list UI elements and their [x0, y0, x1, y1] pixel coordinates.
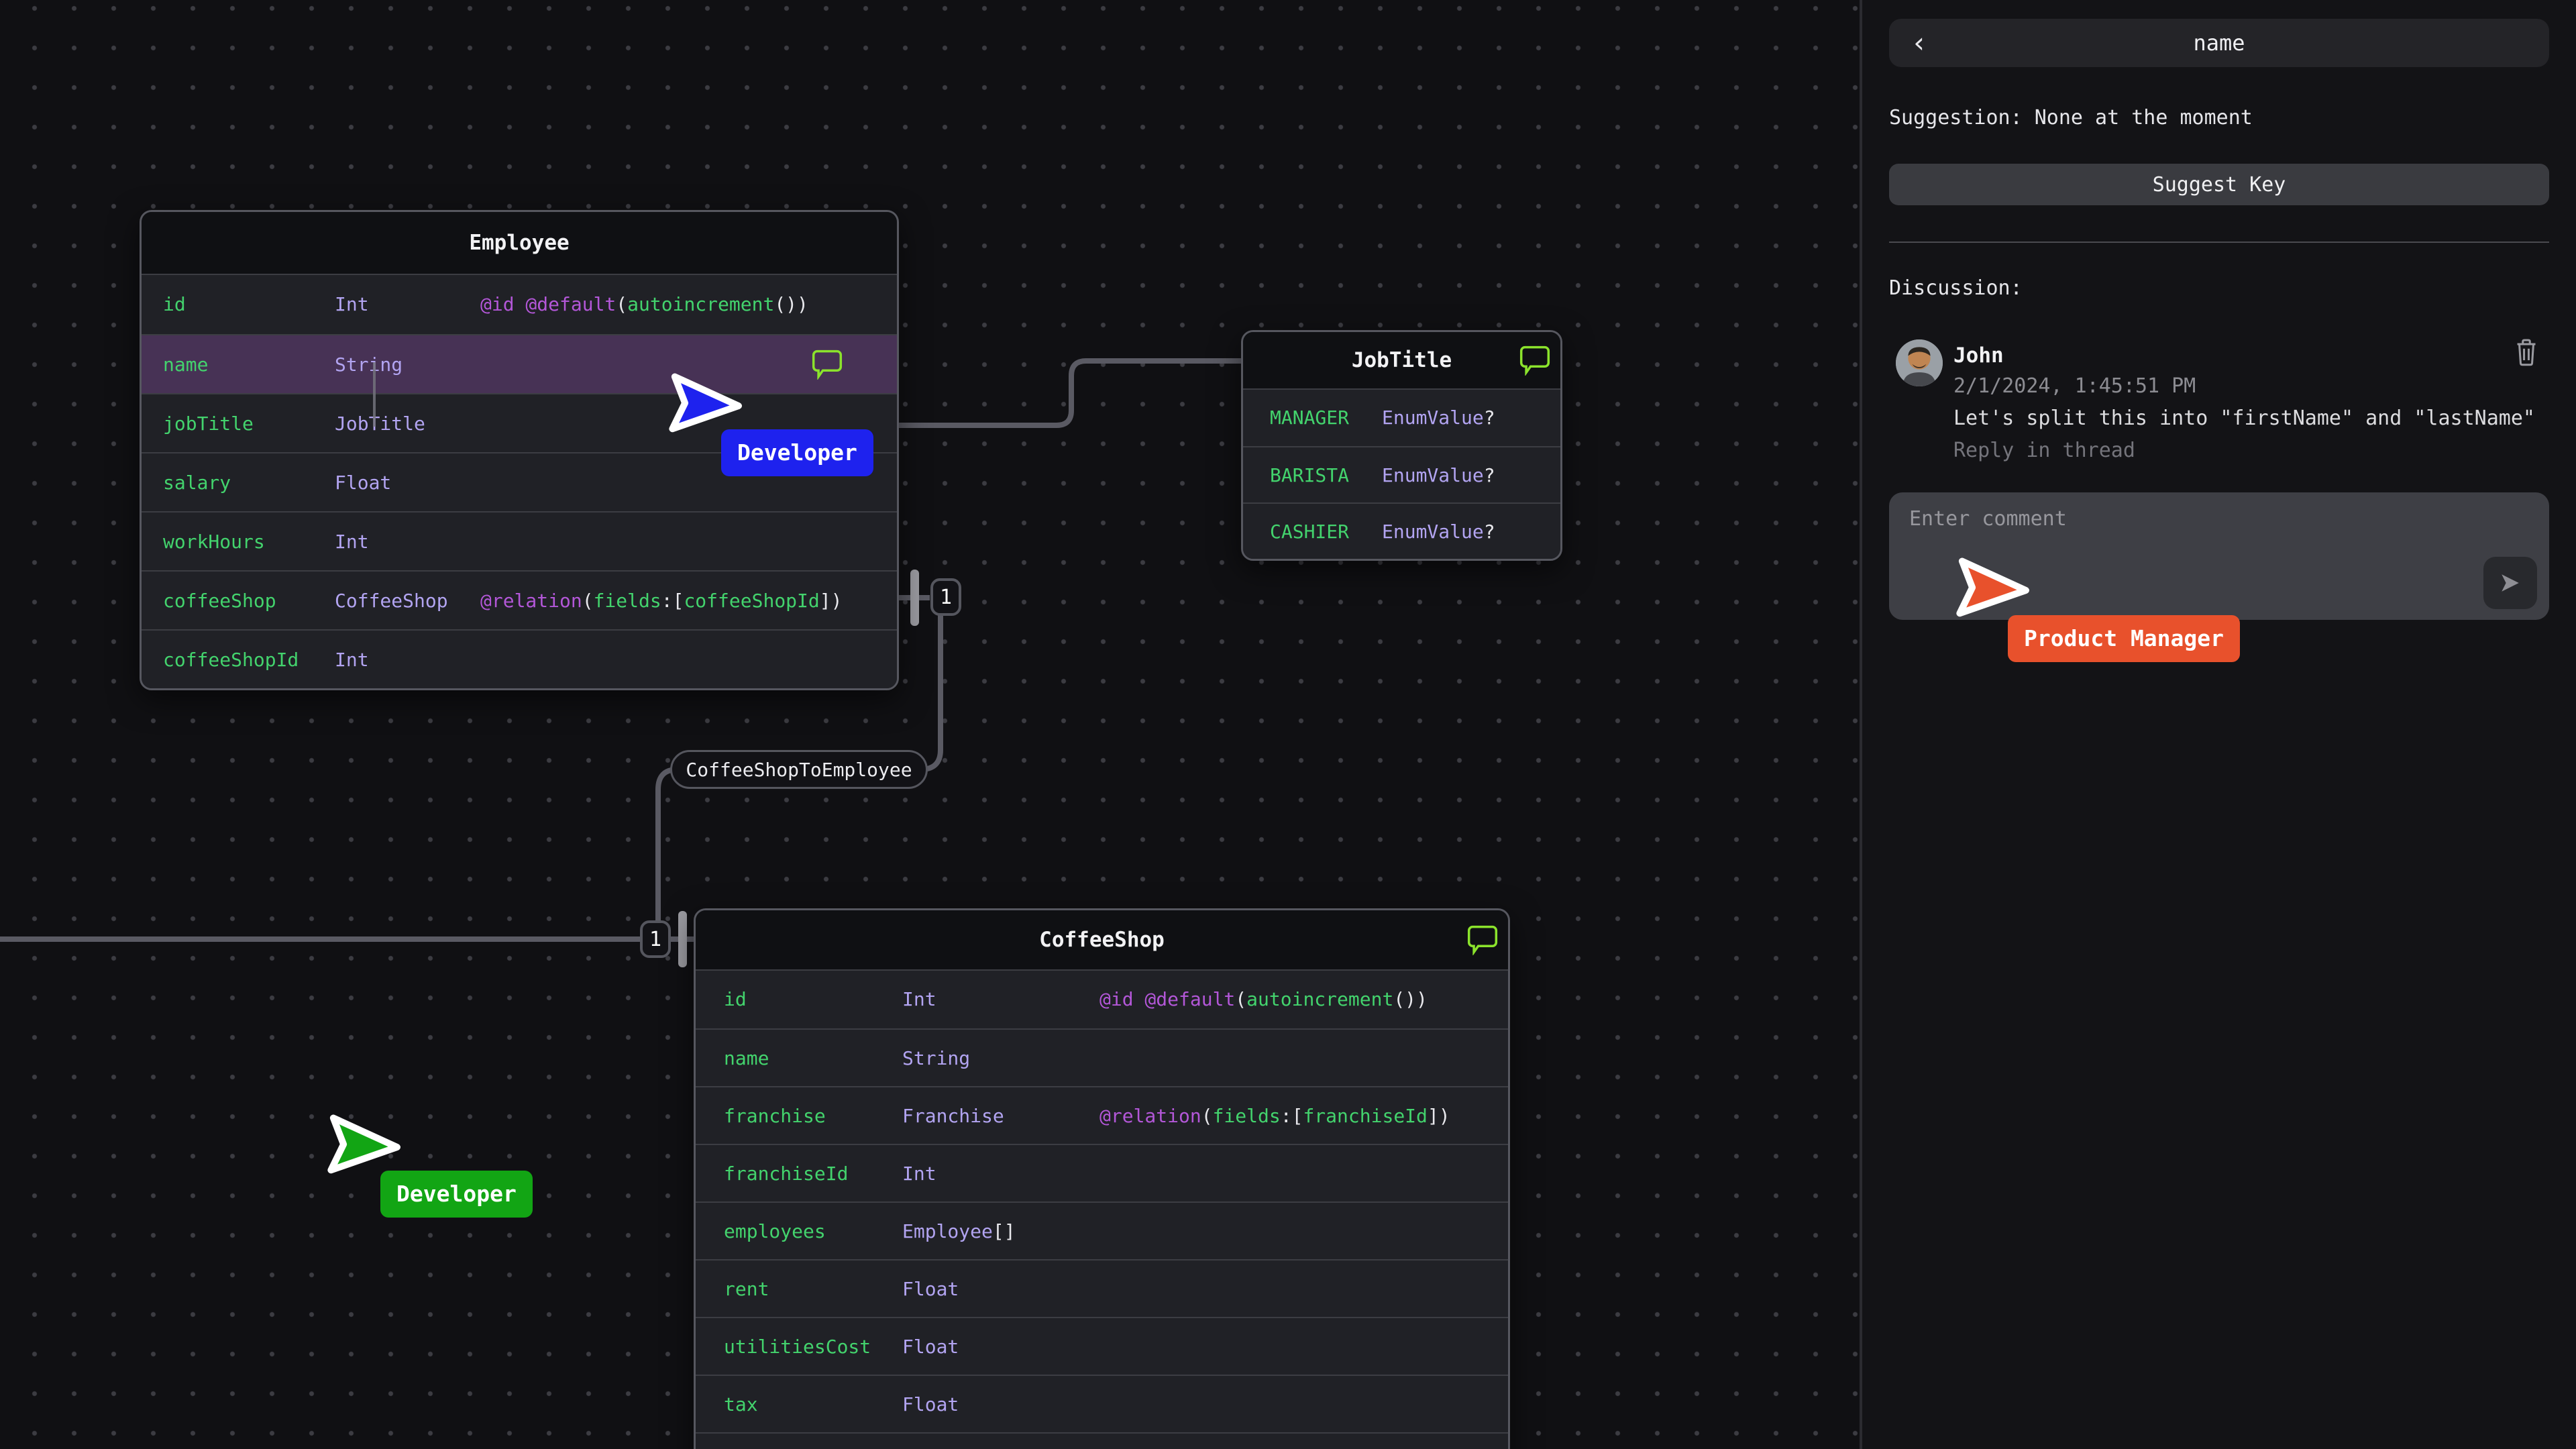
cardinality-badge: 1 — [930, 578, 961, 616]
collab-text-caret — [373, 362, 376, 427]
field-name: MANAGER — [1270, 407, 1350, 429]
table-title: CoffeeShop — [1039, 928, 1165, 952]
table-row[interactable]: name String — [696, 1028, 1508, 1086]
remote-cursor-icon — [669, 373, 742, 433]
field-name: name — [724, 1047, 769, 1069]
field-name: rent — [724, 1278, 769, 1300]
field-attributes: @relation(fields:[franchiseId]) — [1099, 1105, 1450, 1127]
entity-table-coffeeshop[interactable]: CoffeeShop id Int @id @default(autoincremen… — [694, 908, 1510, 1449]
suggest-key-button[interactable]: Suggest Key — [1889, 164, 2549, 205]
schema-canvas[interactable]: Employee id Int @id @default(autoincrement(… — [0, 0, 1860, 1449]
field-type: String — [902, 1047, 971, 1069]
table-row[interactable]: franchiseId Int — [696, 1144, 1508, 1201]
table-row[interactable]: coffeeShop CoffeeShop @relation(fields:[co… — [142, 570, 897, 629]
field-name: tax — [724, 1393, 758, 1415]
comment-bubble-icon[interactable] — [1519, 345, 1551, 376]
field-header-pill: ‹ name — [1889, 19, 2549, 67]
inspector-sidebar: ‹ name Suggestion: None at the moment Su… — [1860, 0, 2576, 1449]
field-name: id — [724, 988, 747, 1010]
field-name: coffeeShopId — [163, 649, 299, 671]
remote-cursor-label: Product Manager — [2008, 615, 2241, 662]
send-icon — [2502, 574, 2519, 592]
discussion-heading: Discussion: — [1889, 276, 2023, 300]
table-row[interactable]: id Int @id @default(autoincrement()) — [142, 275, 897, 334]
field-type: EnumValue? — [1382, 464, 1495, 486]
comment-bubble-icon[interactable] — [1466, 924, 1499, 955]
field-title: name — [2193, 30, 2245, 56]
field-type: EnumValue? — [1382, 521, 1495, 543]
field-type: CoffeeShop — [335, 590, 448, 612]
send-comment-button[interactable] — [2483, 557, 2537, 609]
field-type: Float — [335, 472, 392, 494]
field-attributes: @id @default(autoincrement()) — [480, 293, 808, 315]
remote-cursor-icon — [1956, 557, 2029, 617]
table-row[interactable]: name String — [142, 334, 897, 393]
table-row[interactable]: CASHIER EnumValue? — [1243, 502, 1560, 559]
suggestion-text: Suggestion: None at the moment — [1889, 106, 2253, 129]
field-name: utilitiesCost — [724, 1336, 871, 1358]
field-type: String — [335, 354, 403, 376]
field-type: Employee[] — [902, 1220, 1016, 1242]
table-header[interactable]: CoffeeShop — [696, 910, 1508, 971]
comment-bubble-icon[interactable] — [811, 349, 843, 380]
field-name: employees — [724, 1220, 826, 1242]
field-name: name — [163, 354, 209, 376]
table-title: Employee — [469, 231, 570, 255]
delete-comment-icon[interactable] — [2514, 338, 2538, 366]
table-row[interactable]: tax Float — [696, 1375, 1508, 1432]
field-type: Int — [902, 1163, 936, 1185]
field-type: Franchise — [902, 1105, 1004, 1127]
cardinality-badge: 1 — [640, 920, 671, 958]
table-row[interactable]: employees Employee[] — [696, 1201, 1508, 1259]
table-title: JobTitle — [1351, 348, 1452, 372]
comment-author: John — [1953, 343, 2004, 368]
field-type: Int — [902, 988, 936, 1010]
field-type: Float — [902, 1393, 959, 1415]
relation-name-label: CoffeeShopToEmployee — [670, 750, 928, 789]
table-row[interactable]: utilitiesCost Float — [696, 1317, 1508, 1375]
table-row[interactable]: workHours Int — [142, 511, 897, 570]
reply-in-thread-link[interactable]: Reply in thread — [1953, 439, 2135, 462]
field-name: coffeeShop — [163, 590, 276, 612]
remote-cursor-label: Developer — [721, 429, 873, 476]
field-type: Float — [902, 1336, 959, 1358]
field-name: id — [163, 293, 186, 315]
table-row[interactable]: rent Float — [696, 1259, 1508, 1317]
table-header[interactable]: Employee — [142, 212, 897, 275]
table-row[interactable]: franchise Franchise @relation(fields:[fran… — [696, 1086, 1508, 1144]
field-type: Int — [335, 531, 369, 553]
field-type: EnumValue? — [1382, 407, 1495, 429]
table-row[interactable]: MANAGER EnumValue? — [1243, 390, 1560, 446]
table-row[interactable] — [696, 1432, 1508, 1449]
field-name: jobTitle — [163, 413, 254, 435]
field-name: workHours — [163, 531, 265, 553]
one-cardinality-tick — [678, 911, 687, 967]
table-header[interactable]: JobTitle — [1243, 332, 1560, 390]
divider — [1889, 241, 2549, 243]
one-cardinality-tick — [910, 570, 919, 626]
field-name: BARISTA — [1270, 464, 1350, 486]
field-attributes: @id @default(autoincrement()) — [1099, 988, 1428, 1010]
field-name: salary — [163, 472, 231, 494]
entity-table-jobtitle[interactable]: JobTitle MANAGER EnumValue? BARISTA EnumValu… — [1241, 330, 1562, 561]
field-name: franchiseId — [724, 1163, 849, 1185]
field-type: Float — [902, 1278, 959, 1300]
table-row[interactable]: id Int @id @default(autoincrement()) — [696, 971, 1508, 1028]
table-row[interactable]: coffeeShopId Int — [142, 629, 897, 688]
back-button[interactable]: ‹ — [1889, 19, 1949, 67]
field-type: JobTitle — [335, 413, 425, 435]
avatar — [1896, 339, 1943, 386]
comment-text: Let's split this into "firstName" and "l… — [1953, 407, 2535, 430]
field-type: Int — [335, 649, 369, 671]
remote-cursor-icon — [327, 1114, 400, 1174]
field-name: franchise — [724, 1105, 826, 1127]
field-name: CASHIER — [1270, 521, 1350, 543]
comment-timestamp: 2/1/2024, 1:45:51 PM — [1953, 374, 2196, 398]
field-type: Int — [335, 293, 369, 315]
table-row[interactable]: BARISTA EnumValue? — [1243, 446, 1560, 502]
remote-cursor-label: Developer — [380, 1171, 533, 1218]
field-attributes: @relation(fields:[coffeeShopId]) — [480, 590, 843, 612]
